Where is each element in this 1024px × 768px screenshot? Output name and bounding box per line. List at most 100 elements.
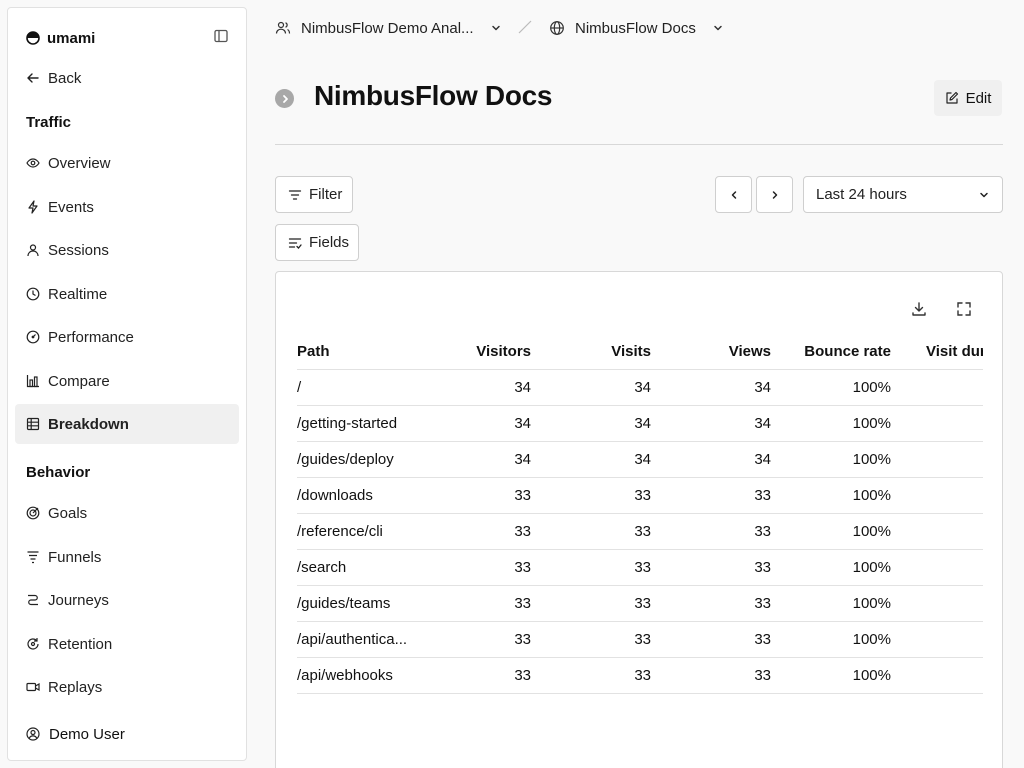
chevron-down-icon xyxy=(491,25,500,31)
cell-bounce-rate: 100% xyxy=(852,451,891,468)
cell-path: /api/authentica... xyxy=(297,631,408,648)
column-header-path[interactable]: Path xyxy=(297,334,427,370)
sidebar-item-compare[interactable]: Compare xyxy=(15,361,239,401)
chevron-down-icon xyxy=(714,25,722,31)
cell-visitors: 34 xyxy=(514,379,531,396)
sidebar-item-label: Goals xyxy=(48,504,88,522)
sidebar-item-overview[interactable]: Overview xyxy=(15,143,239,183)
cell-visits: 34 xyxy=(634,379,651,396)
table-row: /api/webhooks 33 33 33 100% xyxy=(297,658,983,694)
user-circle-icon xyxy=(26,727,40,741)
back-link[interactable]: Back xyxy=(15,58,239,98)
chevron-down-icon xyxy=(980,192,988,197)
cell-visitors: 33 xyxy=(514,631,531,648)
cell-visitors: 34 xyxy=(514,451,531,468)
bar-chart-icon xyxy=(26,375,39,388)
cell-visits: 33 xyxy=(634,487,651,504)
next-range-button[interactable] xyxy=(756,176,793,213)
cell-views: 34 xyxy=(754,415,771,432)
filter-button[interactable]: Filter xyxy=(275,176,353,213)
edit-button[interactable]: Edit xyxy=(934,80,1002,116)
edit-label: Edit xyxy=(965,89,992,107)
sidebar-item-label: Performance xyxy=(48,328,134,346)
download-icon[interactable] xyxy=(910,300,928,318)
brand[interactable]: umami xyxy=(26,28,95,48)
brand-name: umami xyxy=(47,29,96,47)
fields-button[interactable]: Fields xyxy=(275,224,359,261)
sidebar-item-label: Realtime xyxy=(48,285,108,303)
filter-label: Filter xyxy=(309,186,343,203)
cell-views: 33 xyxy=(754,523,771,540)
sidebar-item-label: Events xyxy=(48,198,94,216)
team-selector[interactable]: NimbusFlow Demo Anal... xyxy=(275,16,502,40)
breakdown-table: Path Visitors Visits Views Bounce rate V… xyxy=(297,334,983,694)
cell-views: 33 xyxy=(754,631,771,648)
sidebar-item-label: Compare xyxy=(48,372,110,390)
cell-bounce-rate: 100% xyxy=(852,631,891,648)
sidebar-item-label: Sessions xyxy=(48,241,109,259)
cell-views: 33 xyxy=(754,487,771,504)
sidebar: umami Back Traffic Overview Events Sessi… xyxy=(7,7,247,761)
cell-bounce-rate: 100% xyxy=(852,415,891,432)
cell-bounce-rate: 100% xyxy=(852,523,891,540)
sidebar-item-funnels[interactable]: Funnels xyxy=(15,537,239,577)
expand-icon[interactable] xyxy=(955,300,973,318)
website-selector[interactable]: NimbusFlow Docs xyxy=(549,16,724,40)
table-row: /getting-started 34 34 34 100% xyxy=(297,406,983,442)
column-header-bounce-rate[interactable]: Bounce rate xyxy=(804,334,891,370)
previous-range-button[interactable] xyxy=(715,176,752,213)
cell-visits: 34 xyxy=(634,451,651,468)
sidebar-item-performance[interactable]: Performance xyxy=(15,317,239,357)
list-check-icon xyxy=(288,237,302,249)
user-menu[interactable]: Demo User xyxy=(26,724,125,744)
fields-label: Fields xyxy=(309,234,350,251)
funnel-icon xyxy=(27,551,39,564)
refresh-icon xyxy=(27,638,39,650)
gauge-icon xyxy=(26,330,40,344)
cell-visitors: 33 xyxy=(514,667,531,684)
column-header-visit-duration[interactable]: Visit dur xyxy=(926,334,983,370)
sidebar-item-replays[interactable]: Replays xyxy=(15,667,239,707)
sidebar-item-sessions[interactable]: Sessions xyxy=(15,230,239,270)
sidebar-item-realtime[interactable]: Realtime xyxy=(15,274,239,314)
umami-logo-icon xyxy=(26,31,40,45)
sidebar-item-label: Funnels xyxy=(48,548,102,566)
arrow-left-icon xyxy=(27,73,39,83)
cell-bounce-rate: 100% xyxy=(852,379,891,396)
sidebar-item-events[interactable]: Events xyxy=(15,187,239,227)
cell-visits: 33 xyxy=(634,559,651,576)
cell-visits: 33 xyxy=(634,595,651,612)
cell-visitors: 33 xyxy=(514,559,531,576)
sidebar-item-label: Overview xyxy=(48,154,111,172)
website-name: NimbusFlow Docs xyxy=(575,19,696,37)
table-row: / 34 34 34 100% xyxy=(297,370,983,406)
collapse-sidebar-icon[interactable] xyxy=(214,29,230,45)
date-range-select[interactable]: Last 24 hours xyxy=(803,176,1003,213)
chevron-right-icon xyxy=(282,94,288,103)
eye-icon xyxy=(26,158,40,168)
sidebar-item-label: Replays xyxy=(48,678,103,696)
sidebar-item-goals[interactable]: Goals xyxy=(15,493,239,533)
cell-visits: 33 xyxy=(634,523,651,540)
divider xyxy=(275,144,1003,145)
sidebar-item-retention[interactable]: Retention xyxy=(15,624,239,664)
sidebar-item-breakdown[interactable]: Breakdown xyxy=(15,404,239,444)
website-link-button[interactable] xyxy=(275,89,294,108)
cell-visits: 33 xyxy=(634,631,651,648)
cell-visitors: 34 xyxy=(514,415,531,432)
cell-path: /guides/deploy xyxy=(297,451,394,468)
cell-path: /search xyxy=(297,559,347,576)
column-header-views[interactable]: Views xyxy=(729,334,771,370)
column-header-visits[interactable]: Visits xyxy=(611,334,651,370)
cell-visitors: 33 xyxy=(514,523,531,540)
cell-views: 34 xyxy=(754,379,771,396)
cell-bounce-rate: 100% xyxy=(852,487,891,504)
page-title: NimbusFlow Docs xyxy=(314,80,553,111)
cell-path: /getting-started xyxy=(297,415,398,432)
cell-views: 34 xyxy=(754,451,771,468)
table-row: /guides/deploy 34 34 34 100% xyxy=(297,442,983,478)
sidebar-item-journeys[interactable]: Journeys xyxy=(15,580,239,620)
column-header-visitors[interactable]: Visitors xyxy=(476,334,531,370)
target-icon xyxy=(26,506,40,520)
clock-icon xyxy=(26,287,40,301)
